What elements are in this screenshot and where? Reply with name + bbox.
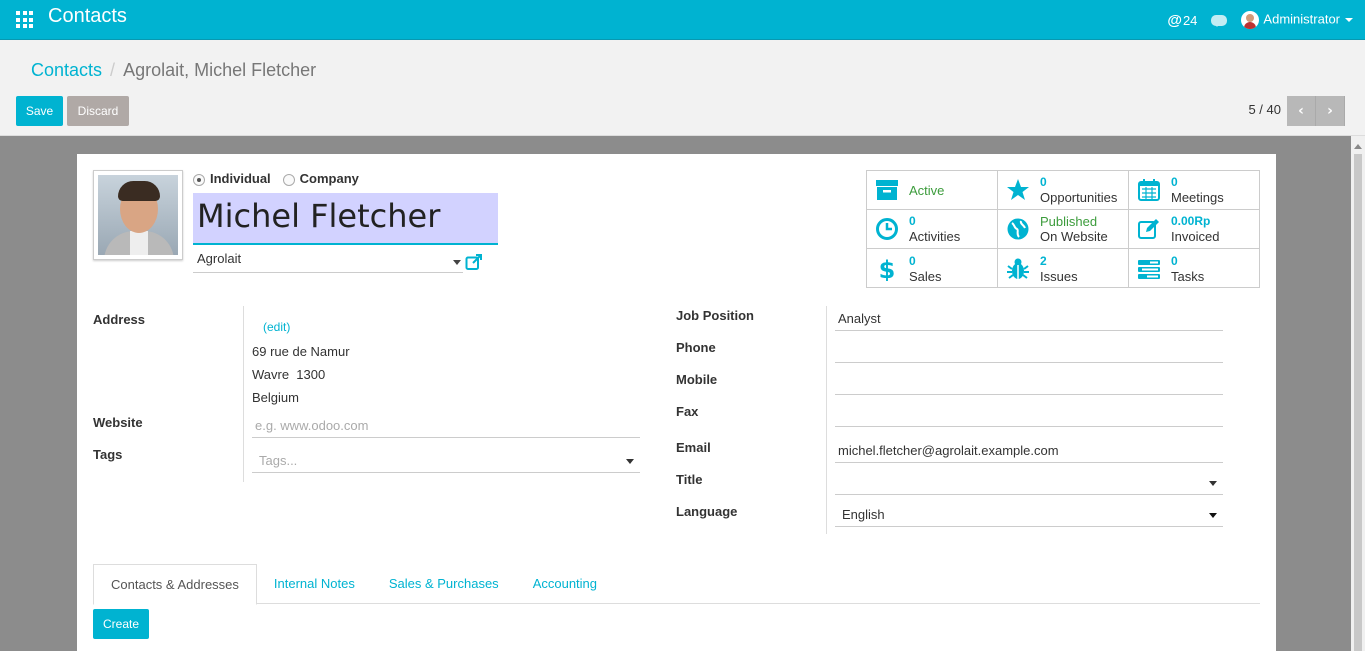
phone-field[interactable] — [835, 339, 1223, 363]
stat-button-website[interactable]: Published On Website — [998, 210, 1129, 249]
user-menu[interactable]: Administrator — [1241, 11, 1353, 29]
scroll-up-icon[interactable] — [1354, 140, 1362, 149]
language-label: Language — [676, 504, 738, 519]
tags-field[interactable]: Tags... — [252, 449, 640, 473]
dollar-icon: $ — [879, 257, 896, 281]
mentions-button[interactable]: @24 — [1167, 12, 1197, 29]
radio-checked-icon — [193, 173, 205, 186]
address-country: Belgium — [252, 390, 299, 405]
stat-button-sales[interactable]: $ 0 Sales — [867, 249, 998, 288]
fax-field[interactable] — [835, 403, 1223, 427]
tab-sales-purchases[interactable]: Sales & Purchases — [372, 564, 516, 603]
breadcrumb: Contacts / Agrolait, Michel Fletcher — [31, 60, 316, 81]
company-field[interactable]: Agrolait — [193, 251, 463, 273]
smart-buttons: Active 0 Opportunities 0 Meetings 0 Activit… — [866, 170, 1260, 288]
discard-button[interactable]: Discard — [67, 96, 129, 126]
app-title: Contacts — [48, 5, 127, 27]
pager-buttons: ‹ › — [1287, 96, 1345, 126]
fax-label: Fax — [676, 404, 699, 419]
divider — [243, 306, 244, 482]
website-field[interactable]: e.g. www.odoo.com — [252, 414, 640, 438]
address-city-zip: Wavre 1300 — [252, 367, 326, 382]
stat-button-activities[interactable]: 0 Activities — [867, 210, 998, 249]
scrollbar-thumb[interactable] — [1354, 154, 1362, 651]
stat-button-active[interactable]: Active — [867, 171, 998, 210]
dropdown-caret-icon[interactable] — [453, 260, 461, 269]
contact-photo[interactable] — [93, 170, 183, 260]
stat-button-opportunities[interactable]: 0 Opportunities — [998, 171, 1129, 210]
svg-text:$: $ — [879, 257, 896, 281]
name-field[interactable]: Michel Fletcher — [193, 193, 498, 245]
mobile-field[interactable] — [835, 371, 1223, 395]
user-name: Administrator — [1263, 11, 1340, 27]
create-button[interactable]: Create — [93, 609, 149, 639]
edit-icon — [1138, 219, 1159, 239]
stat-button-tasks[interactable]: 0 Tasks — [1129, 249, 1260, 288]
email-label: Email — [676, 440, 711, 455]
tab-contacts-addresses[interactable]: Contacts & Addresses — [93, 564, 257, 605]
tasks-icon — [1138, 259, 1160, 279]
email-field[interactable]: michel.fletcher@agrolait.example.com — [835, 439, 1223, 463]
at-icon: @ — [1167, 11, 1182, 29]
stat-button-issues[interactable]: 2 Issues — [998, 249, 1129, 288]
clock-icon — [876, 218, 898, 240]
job-position-field[interactable]: Analyst — [835, 307, 1223, 331]
chevron-left-icon[interactable]: ‹ — [1287, 96, 1316, 126]
tab-accounting[interactable]: Accounting — [516, 564, 614, 603]
archive-icon — [876, 180, 898, 200]
dropdown-caret-icon[interactable] — [1209, 481, 1217, 490]
scrollbar[interactable] — [1351, 136, 1365, 651]
breadcrumb-current: Agrolait, Michel Fletcher — [123, 60, 317, 80]
tab-internal-notes[interactable]: Internal Notes — [257, 564, 372, 603]
avatar — [1241, 11, 1260, 29]
title-label: Title — [676, 472, 703, 487]
stat-button-meetings[interactable]: 0 Meetings — [1129, 171, 1260, 210]
apps-menu-icon[interactable] — [16, 11, 33, 28]
chevron-right-icon[interactable]: › — [1316, 96, 1345, 126]
control-panel: Contacts / Agrolait, Michel Fletcher Save … — [0, 40, 1365, 136]
breadcrumb-separator: / — [110, 60, 116, 80]
radio-unchecked-icon — [282, 173, 295, 186]
pager-value[interactable]: 5 / 40 — [1248, 102, 1281, 117]
breadcrumb-contacts-link[interactable]: Contacts — [31, 60, 102, 80]
bug-icon — [1007, 258, 1029, 279]
title-select[interactable] — [835, 471, 1223, 495]
chevron-down-icon — [1345, 18, 1353, 26]
calendar-icon — [1138, 179, 1160, 201]
address-street: 69 rue de Namur — [252, 344, 350, 359]
chat-icon[interactable] — [1211, 14, 1228, 27]
address-edit-link[interactable]: (edit) — [263, 320, 290, 334]
tags-label: Tags — [93, 447, 123, 462]
form-sheet: Individual Company Michel Fletcher Agrol… — [77, 154, 1276, 651]
address-label: Address — [93, 312, 146, 327]
globe-icon — [1007, 218, 1029, 240]
external-link-icon[interactable] — [465, 253, 483, 271]
partner-type-radio-group: Individual Company — [193, 171, 359, 186]
phone-label: Phone — [676, 340, 716, 355]
systray: @24 Administrator — [1167, 0, 1353, 40]
dropdown-caret-icon[interactable] — [1209, 513, 1217, 522]
notebook-tabs: Contacts & Addresses Internal Notes Sale… — [93, 564, 1260, 605]
language-select[interactable]: English — [835, 503, 1223, 527]
radio-company[interactable]: Company — [282, 171, 359, 186]
website-label: Website — [93, 415, 143, 430]
radio-individual[interactable]: Individual — [193, 171, 271, 186]
star-icon — [1007, 179, 1029, 200]
top-navbar: Contacts @24 Administrator — [0, 0, 1365, 40]
mentions-count: 24 — [1182, 12, 1198, 28]
stat-button-invoiced[interactable]: 0.00Rp Invoiced — [1129, 210, 1260, 249]
dropdown-caret-icon[interactable] — [626, 459, 634, 468]
mobile-label: Mobile — [676, 372, 718, 387]
save-button[interactable]: Save — [16, 96, 63, 126]
job-position-label: Job Position — [676, 308, 754, 323]
divider — [826, 306, 827, 534]
